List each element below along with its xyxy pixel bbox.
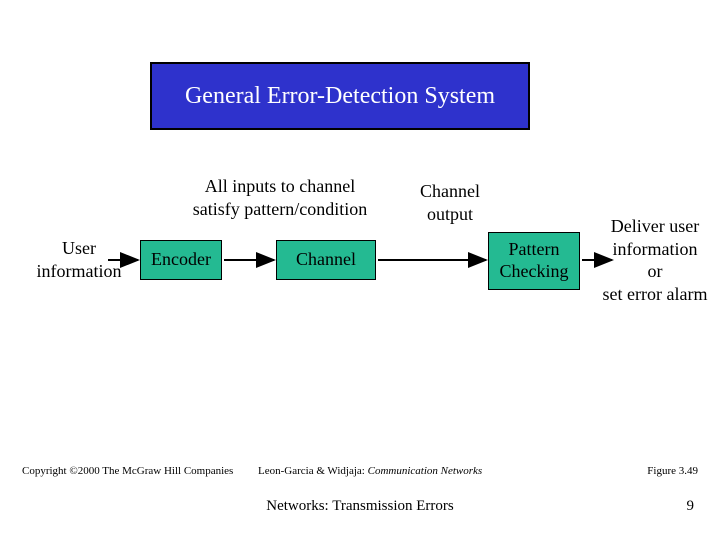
footer-book: Communication Networks xyxy=(368,465,483,477)
block-pattern-checking: PatternChecking xyxy=(488,232,580,290)
block-checker-label: PatternChecking xyxy=(500,239,569,282)
annotation-channel-output: Channeloutput xyxy=(390,180,510,225)
annotation-inputs: All inputs to channelsatisfy pattern/con… xyxy=(180,175,380,220)
title-box: General Error-Detection System xyxy=(150,62,530,130)
block-channel: Channel xyxy=(276,240,376,280)
footer-topic: Networks: Transmission Errors xyxy=(0,498,720,515)
block-channel-label: Channel xyxy=(296,249,356,271)
label-user-information: Userinformation xyxy=(24,237,134,282)
block-encoder-label: Encoder xyxy=(151,249,211,271)
slide-number: 9 xyxy=(687,498,695,515)
label-deliver-output: Deliver userinformationorset error alarm xyxy=(590,215,720,305)
footer-authors: Leon-Garcia & Widjaja: xyxy=(258,465,365,477)
title-text: General Error-Detection System xyxy=(185,83,495,110)
footer-figure: Figure 3.49 xyxy=(647,465,698,477)
footer-citation: Leon-Garcia & Widjaja: Communication Net… xyxy=(258,465,482,477)
block-encoder: Encoder xyxy=(140,240,222,280)
footer-copyright: Copyright ©2000 The McGraw Hill Companie… xyxy=(22,465,233,477)
